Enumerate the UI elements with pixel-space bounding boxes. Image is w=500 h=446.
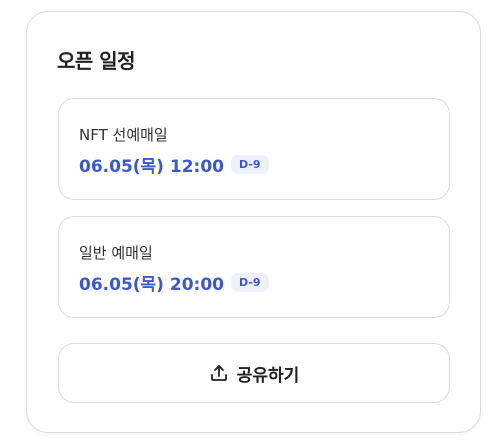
dday-badge: D-9: [230, 273, 269, 292]
schedule-datetime-row: 06.05(목) 12:00 D-9: [79, 152, 269, 177]
schedule-date: 06.05(목) 20:00: [79, 275, 224, 295]
share-button-label: 공유하기: [236, 365, 300, 386]
schedule-label: 일반 예매일: [79, 244, 153, 262]
schedule-date: 06.05(목) 12:00: [79, 157, 224, 177]
schedule-item-general-sale: 일반 예매일 06.05(목) 20:00 D-9: [58, 216, 450, 318]
schedule-datetime-row: 06.05(목) 20:00 D-9: [79, 270, 269, 295]
share-upload-icon: [209, 363, 229, 383]
open-schedule-card: 오픈 일정 NFT 선예매일 06.05(목) 12:00 D-9 일반 예매일…: [26, 11, 481, 433]
dday-badge: D-9: [230, 155, 269, 174]
schedule-item-nft-presale: NFT 선예매일 06.05(목) 12:00 D-9: [58, 98, 450, 200]
section-title: 오픈 일정: [57, 49, 136, 73]
share-button[interactable]: 공유하기: [58, 343, 450, 403]
schedule-label: NFT 선예매일: [79, 126, 168, 144]
